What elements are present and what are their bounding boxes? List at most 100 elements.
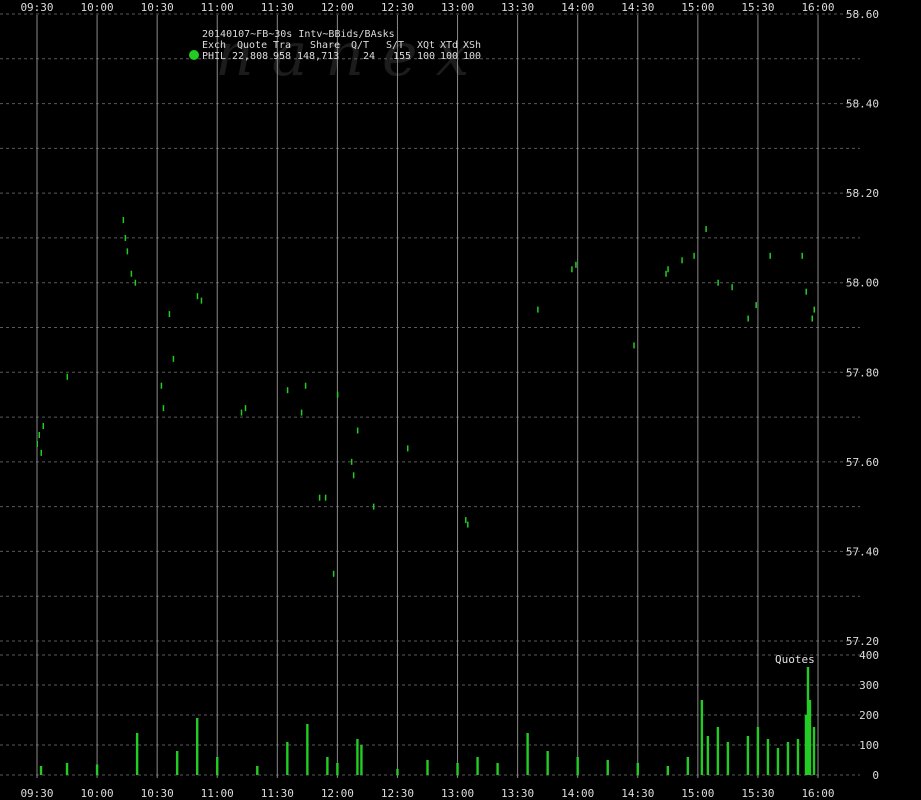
price-mark	[467, 521, 469, 528]
volume-bar	[716, 727, 720, 775]
price-mark	[731, 284, 733, 291]
x-tick-label-bottom: 13:30	[501, 787, 534, 800]
volume-bar	[812, 727, 816, 775]
price-tick-label: 58.40	[846, 98, 879, 111]
volume-bar	[39, 766, 43, 775]
price-mark	[168, 311, 171, 318]
x-tick-label-top: 14:00	[561, 1, 594, 14]
legend-header: Quote	[237, 40, 267, 51]
volume-bar	[360, 745, 363, 775]
legend-series-marker	[189, 50, 199, 60]
legend-value: 100	[463, 51, 481, 62]
legend-header: Exch	[202, 40, 226, 51]
price-mark	[811, 315, 813, 322]
volume-bar	[356, 739, 359, 775]
volume-bar	[456, 763, 459, 775]
volume-bar	[766, 739, 770, 775]
legend-value: 24	[363, 51, 375, 62]
volume-bar	[496, 763, 499, 775]
x-tick-label-bottom: 09:30	[20, 787, 53, 800]
volume-bar	[796, 739, 800, 775]
x-tick-label-bottom: 15:00	[681, 787, 714, 800]
price-axis: 58.60 58.40 58.20 58.00 57.80 57.60 57.40 57.20	[846, 8, 879, 648]
legend-value: 148,713	[297, 51, 339, 62]
legend-value: 155	[393, 51, 411, 62]
volume-bar	[526, 733, 529, 775]
price-mark	[465, 517, 467, 524]
price-mark	[244, 405, 247, 412]
volume-bar	[606, 760, 609, 775]
volume-tick-label: 400	[859, 649, 879, 662]
x-tick-label-top: 14:30	[621, 1, 654, 14]
volume-bar	[426, 760, 429, 775]
price-gridlines	[0, 13, 860, 776]
volume-bar	[776, 748, 780, 775]
price-mark	[805, 288, 807, 295]
price-mark	[633, 342, 635, 349]
x-tick-label-top: 15:00	[681, 1, 714, 14]
price-mark	[196, 293, 199, 300]
price-mark	[130, 270, 133, 277]
price-mark	[813, 306, 815, 313]
x-axis-bottom: 09:30 10:00 10:30 11:00 11:30 12:00 12:30 13:00…	[20, 787, 834, 800]
volume-bar	[326, 757, 329, 775]
price-mark	[705, 225, 707, 232]
price-mark	[122, 217, 125, 224]
price-mark	[300, 409, 303, 416]
legend-header: XSh	[463, 40, 481, 51]
price-mark	[352, 472, 355, 479]
volume-bar	[546, 751, 549, 775]
volume-bar	[686, 757, 690, 775]
volume-tick-label: 200	[859, 709, 879, 722]
legend-header: XQt	[417, 40, 435, 51]
volume-bar	[576, 757, 579, 775]
x-tick-label-top: 16:00	[801, 1, 834, 14]
volume-bar	[306, 724, 309, 775]
price-mark	[693, 252, 695, 259]
price-mark	[747, 315, 749, 322]
x-tick-label-bottom: 11:30	[261, 787, 294, 800]
legend-value: 22,808	[232, 51, 268, 62]
price-mark	[336, 391, 339, 398]
x-tick-label-top: 09:30	[20, 1, 53, 14]
price-mark	[575, 261, 577, 268]
price-mark	[134, 279, 137, 286]
volume-bar	[666, 766, 670, 775]
legend-value: 100	[440, 51, 458, 62]
price-mark	[324, 494, 327, 501]
x-tick-label-top: 12:00	[321, 1, 354, 14]
price-tick-label: 58.00	[846, 277, 879, 290]
time-gridlines	[36, 15, 819, 778]
price-tick-label: 57.20	[846, 635, 879, 648]
price-mark	[769, 252, 771, 259]
volume-bar	[700, 700, 704, 775]
price-tick-label: 57.40	[846, 545, 879, 558]
price-mark	[537, 306, 539, 313]
legend-header: Share	[310, 40, 340, 51]
volume-bar	[726, 742, 730, 775]
legend-value: 958	[273, 51, 291, 62]
price-mark	[667, 266, 669, 273]
price-mark	[126, 248, 129, 255]
price-mark	[372, 503, 375, 510]
price-mark	[172, 355, 175, 362]
legend-value: 100	[417, 51, 435, 62]
x-tick-label-top: 11:30	[261, 1, 294, 14]
x-tick-label-bottom: 13:00	[441, 787, 474, 800]
volume-bar	[396, 769, 399, 775]
x-axis-top: 09:30 10:00 10:30 11:00 11:30 12:00 12:30 13:00…	[20, 1, 834, 14]
volume-bar	[196, 718, 199, 775]
price-mark	[332, 570, 335, 577]
volume-bar	[706, 736, 710, 775]
price-mark	[571, 266, 573, 273]
x-tick-label-top: 12:30	[381, 1, 414, 14]
price-tick-label: 57.60	[846, 456, 879, 469]
price-tick-label: 57.80	[846, 366, 879, 379]
price-mark	[356, 427, 359, 434]
chart-title: 20140107~FB~30s Intv~BBids/BAsks	[202, 29, 395, 40]
volume-bar	[256, 766, 259, 775]
price-mark	[286, 387, 289, 394]
x-tick-label-top: 10:30	[141, 1, 174, 14]
volume-bar	[756, 727, 760, 775]
price-mark	[162, 405, 165, 412]
